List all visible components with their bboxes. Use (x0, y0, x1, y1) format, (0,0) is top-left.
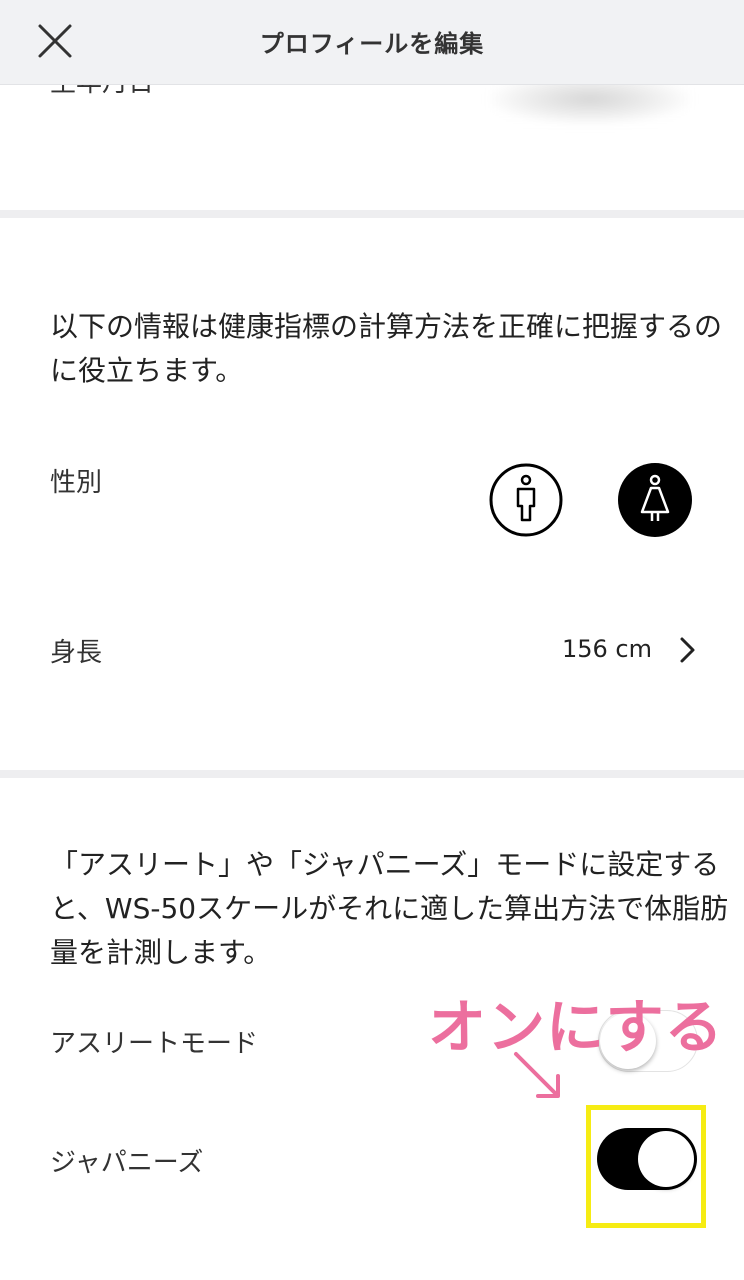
japanese-mode-label: ジャパニーズ (50, 1148, 204, 1178)
top-bar: プロフィールを編集 (0, 0, 744, 85)
highlight-box (586, 1105, 706, 1228)
male-icon (489, 463, 563, 537)
height-value[interactable]: 156 cm (562, 635, 652, 663)
birthday-value-blurred (490, 84, 690, 124)
height-label: 身長 (50, 638, 103, 668)
female-icon (618, 463, 692, 537)
annotation-arrow-icon (514, 1052, 560, 1098)
gender-female-button[interactable] (618, 463, 692, 537)
chevron-right-icon (680, 637, 695, 663)
birthday-label: 生年月日 (50, 84, 154, 99)
annotation-label: オンにする (428, 993, 724, 1061)
gender-label: 性別 (50, 468, 103, 498)
birthday-row[interactable]: 生年月日 (0, 84, 744, 210)
health-info-description: 以下の情報は健康指標の計算方法を正確に把握するのに役立ちます。 (50, 310, 723, 387)
page-title: プロフィールを編集 (259, 30, 485, 58)
gender-male-button[interactable] (489, 463, 563, 537)
section-divider (0, 770, 744, 778)
athlete-mode-label: アスリートモード (50, 1029, 259, 1059)
mode-description: 「アスリート」や「ジャパニーズ」モードに設定すると、WS-50スケールがそれに適… (50, 848, 729, 969)
height-chevron-button[interactable] (676, 635, 700, 665)
section-divider (0, 210, 744, 218)
